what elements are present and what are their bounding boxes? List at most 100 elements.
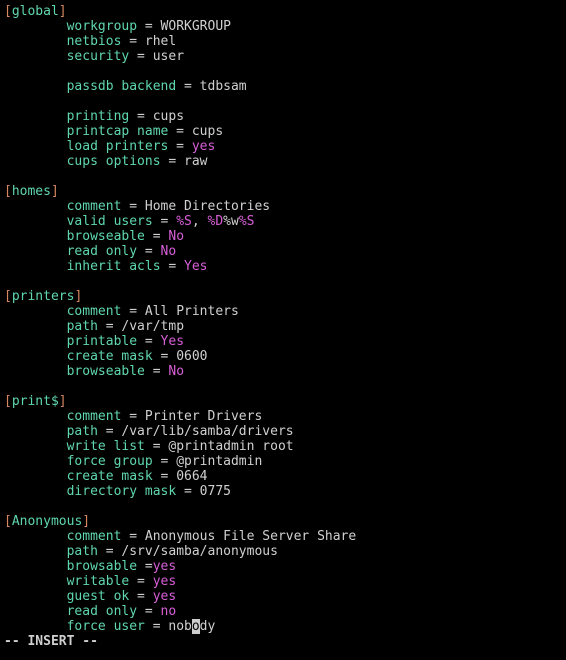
config-entry: writable = yes xyxy=(4,574,562,589)
bracket-close: ] xyxy=(82,514,90,529)
config-entry: guest ok = yes xyxy=(4,589,562,604)
config-entry: printcap name = cups xyxy=(4,124,562,139)
config-value: 0600 xyxy=(176,349,207,364)
equals-sign: = xyxy=(121,409,144,424)
config-key: create mask xyxy=(67,349,153,364)
config-entry: write list = @printadmin root xyxy=(4,439,562,454)
config-entry: netbios = rhel xyxy=(4,34,562,49)
config-key: writable xyxy=(67,574,130,589)
config-entry: comment = Anonymous File Server Share xyxy=(4,529,562,544)
config-entry: security = user xyxy=(4,49,562,64)
config-value: no xyxy=(161,604,177,619)
config-entry: path = /var/tmp xyxy=(4,319,562,334)
config-key: force user xyxy=(67,619,145,634)
config-key: comment xyxy=(67,529,122,544)
config-entry: read only = no xyxy=(4,604,562,619)
config-key: comment xyxy=(67,199,122,214)
equals-sign: = xyxy=(168,139,191,154)
config-key: browseable xyxy=(67,229,145,244)
config-key: browseable xyxy=(67,364,145,379)
section-name: Anonymous xyxy=(12,514,82,529)
config-entry: browseable = No xyxy=(4,229,562,244)
config-value-part: dy xyxy=(200,619,216,634)
config-value: user xyxy=(153,49,184,64)
config-value: /var/lib/samba/drivers xyxy=(121,424,293,439)
config-entry: force user = nobody xyxy=(4,619,562,634)
config-key: create mask xyxy=(67,469,153,484)
config-key: directory mask xyxy=(67,484,177,499)
config-key: passdb backend xyxy=(67,79,177,94)
bracket-open: [ xyxy=(4,394,12,409)
equals-sign: = xyxy=(176,484,199,499)
config-value: /var/tmp xyxy=(121,319,184,334)
config-value: cups xyxy=(192,124,223,139)
config-key: path xyxy=(67,544,98,559)
config-value: cups xyxy=(153,109,184,124)
equals-sign: = xyxy=(98,544,121,559)
config-key: guest ok xyxy=(67,589,130,604)
equals-sign: = xyxy=(137,604,160,619)
equals-sign: = xyxy=(129,574,152,589)
config-entry: browsable =yes xyxy=(4,559,562,574)
config-value: yes xyxy=(153,559,176,574)
config-value: WORKGROUP xyxy=(161,19,231,34)
equals-sign: = xyxy=(98,424,121,439)
equals-sign: = xyxy=(145,364,168,379)
config-key: load printers xyxy=(67,139,169,154)
config-entry: workgroup = WORKGROUP xyxy=(4,19,562,34)
config-entry: directory mask = 0775 xyxy=(4,484,562,499)
equals-sign: = xyxy=(137,19,160,34)
config-line xyxy=(4,64,562,79)
config-entry: comment = Printer Drivers xyxy=(4,409,562,424)
terminal-editor[interactable]: [global]workgroup = WORKGROUPnetbios = r… xyxy=(0,0,566,653)
config-line xyxy=(4,94,562,109)
config-value: Yes xyxy=(161,334,184,349)
config-value-part: nob xyxy=(168,619,191,634)
equals-sign: = xyxy=(121,529,144,544)
equals-sign: = xyxy=(129,109,152,124)
equals-sign: = xyxy=(145,229,168,244)
config-line xyxy=(4,499,562,514)
config-value: /srv/samba/anonymous xyxy=(121,544,278,559)
config-entry: inherit acls = Yes xyxy=(4,259,562,274)
bracket-close: ] xyxy=(59,4,67,19)
equals-sign: = xyxy=(161,154,184,169)
vim-mode-text: -- INSERT -- xyxy=(4,634,98,649)
section-name: homes xyxy=(12,184,51,199)
equals-sign: = xyxy=(153,469,176,484)
config-key: security xyxy=(67,49,130,64)
config-entry: create mask = 0664 xyxy=(4,469,562,484)
config-entry: passdb backend = tdbsam xyxy=(4,79,562,94)
config-key: printing xyxy=(67,109,130,124)
bracket-close: ] xyxy=(74,289,82,304)
section-header: [print$] xyxy=(4,394,562,409)
text-cursor[interactable]: o xyxy=(192,619,200,634)
config-value: raw xyxy=(184,154,207,169)
config-value: @printadmin root xyxy=(168,439,293,454)
config-value-part: , xyxy=(192,214,208,229)
config-key: path xyxy=(67,319,98,334)
config-entry: printing = cups xyxy=(4,109,562,124)
config-value: yes xyxy=(192,139,215,154)
equals-sign: = xyxy=(137,559,153,574)
vim-mode-line: -- INSERT -- xyxy=(4,634,562,649)
config-entry: comment = All Printers xyxy=(4,304,562,319)
config-entry: force group = @printadmin xyxy=(4,454,562,469)
equals-sign: = xyxy=(168,124,191,139)
equals-sign: = xyxy=(121,34,144,49)
equals-sign: = xyxy=(153,454,176,469)
config-key: printable xyxy=(67,334,137,349)
bracket-close: ] xyxy=(59,394,67,409)
config-key: netbios xyxy=(67,34,122,49)
equals-sign: = xyxy=(137,244,160,259)
config-line xyxy=(4,379,562,394)
config-entry: path = /srv/samba/anonymous xyxy=(4,544,562,559)
config-entry: read only = No xyxy=(4,244,562,259)
config-value: yes xyxy=(153,574,176,589)
config-value: Anonymous File Server Share xyxy=(145,529,356,544)
config-key: force group xyxy=(67,454,153,469)
config-value: No xyxy=(161,244,177,259)
config-value: rhel xyxy=(145,34,176,49)
config-entry: valid users = %S, %D%w%S xyxy=(4,214,562,229)
config-value: All Printers xyxy=(145,304,239,319)
